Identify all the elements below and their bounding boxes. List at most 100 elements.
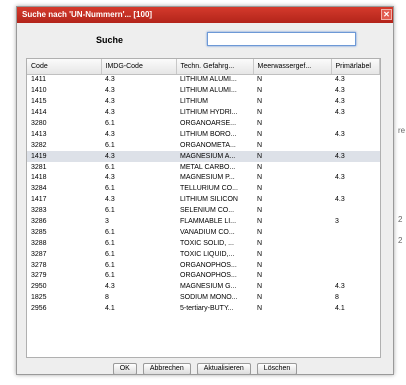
ok-button[interactable]: OK: [112, 363, 137, 375]
cell-primary-label: 4.3: [335, 196, 345, 204]
table-header-row: Code IMDG-Code Techn. Gefahrg... Meerwasser…: [27, 59, 380, 75]
un-number-search-dialog: Suche nach 'UN-Nummern'... [100] ✕ Suche…: [16, 6, 394, 375]
cell-code: 3281: [31, 163, 47, 171]
cell-imdg-code: 6.1: [105, 207, 115, 215]
search-row: Suche: [17, 29, 393, 51]
cell-primary-label: [331, 119, 380, 130]
table-row[interactable]: 1419 4.3 MAGNESIUM A... N 4.3: [27, 151, 380, 163]
column-header-code[interactable]: Code: [27, 59, 102, 75]
cell-marine-pollutant: N: [257, 218, 263, 226]
cell-marine-pollutant: N: [257, 228, 263, 236]
cell-technical-name: TOXIC SOLID, ...: [180, 239, 234, 247]
table-row[interactable]: 1410 4.3 LITHIUM ALUMI... N 4.3: [27, 86, 380, 97]
cell-marine-pollutant: N: [257, 120, 263, 127]
table-row[interactable]: 2956 4.1 5-tertiary-BUTY... N 4.1: [27, 304, 380, 315]
cell-marine-pollutant: N: [257, 76, 263, 84]
search-input[interactable]: [207, 32, 356, 46]
delete-button[interactable]: Löschen: [256, 363, 298, 375]
cell-imdg-code: 6.1: [105, 261, 115, 269]
table-row[interactable]: 3286 3 FLAMMABLE LI... N 3: [27, 217, 380, 228]
cell-imdg-code: 6.1: [105, 141, 115, 149]
table-row[interactable]: 1825 8 SODIUM MONO... N 8: [27, 293, 380, 304]
table-row[interactable]: 2950 4.3 MAGNESIUM G... N 4.3: [27, 282, 380, 293]
table-row[interactable]: 3281 6.1 METAL CARBO... N: [27, 162, 380, 173]
cell-imdg-code: 6.1: [105, 239, 115, 247]
cell-marine-pollutant: N: [257, 261, 263, 269]
table-row[interactable]: 3283 6.1 SELENIUM CO... N: [27, 206, 380, 217]
cell-code: 1418: [31, 174, 47, 182]
background-text: 2: [398, 215, 403, 224]
cell-marine-pollutant: N: [257, 163, 263, 171]
cell-primary-label: 4.3: [335, 76, 345, 84]
close-icon[interactable]: ✕: [381, 9, 392, 20]
table-row[interactable]: 1414 4.3 LITHIUM HYDRI... N 4.3: [27, 108, 380, 119]
table-row[interactable]: 3282 6.1 ORGANOMETA... N: [27, 140, 380, 151]
column-header-imdg-code[interactable]: IMDG-Code: [101, 59, 177, 75]
button-bar: OK Abbrechen Aktualisieren Löschen: [17, 363, 393, 377]
table-row[interactable]: 3284 6.1 TELLURIUM CO... N: [27, 184, 380, 195]
cell-imdg-code: 6.1: [105, 120, 115, 127]
column-header-marine-pollutant[interactable]: Meerwassergef...: [253, 59, 332, 75]
cell-imdg-code: 8: [105, 294, 109, 302]
cell-primary-label: [331, 249, 380, 260]
cell-imdg-code: 4.1: [105, 305, 115, 313]
cell-technical-name: LITHIUM ALUMI...: [180, 87, 237, 95]
cell-imdg-code: 4.3: [105, 76, 115, 84]
cell-marine-pollutant: N: [257, 305, 263, 313]
cell-primary-label: [331, 140, 380, 151]
table-row[interactable]: 3280 6.1 ORGANOARSE... N: [27, 119, 380, 130]
cell-imdg-code: 4.3: [105, 174, 115, 182]
table-row[interactable]: 1411 4.3 LITHIUM ALUMI... N 4.3: [27, 75, 380, 86]
table-row[interactable]: 3287 6.1 TOXIC LIQUID,... N: [27, 249, 380, 260]
cell-technical-name: MAGNESIUM P...: [180, 174, 235, 182]
cell-technical-name: LITHIUM SILICON: [180, 196, 238, 204]
table-row[interactable]: 1413 4.3 LITHIUM BORO... N 4.3: [27, 129, 380, 140]
table-row[interactable]: 3279 6.1 ORGANOPHOS... N: [27, 271, 380, 282]
refresh-button[interactable]: Aktualisieren: [196, 363, 251, 375]
cell-primary-label: [331, 206, 380, 217]
cell-primary-label: 4.3: [335, 87, 345, 95]
cell-imdg-code: 3: [105, 218, 109, 226]
cell-code: 1825: [31, 294, 47, 302]
table-row[interactable]: 3278 6.1 ORGANOPHOS... N: [27, 260, 380, 271]
table-row[interactable]: 1415 4.3 LITHIUM N 4.3: [27, 97, 380, 108]
cell-imdg-code: 6.1: [105, 228, 115, 236]
cell-primary-label: 4.3: [335, 283, 345, 291]
cell-primary-label: 4.1: [335, 305, 345, 313]
cell-technical-name: 5-tertiary-BUTY...: [180, 305, 234, 313]
cell-technical-name: ORGANOMETA...: [180, 141, 236, 149]
cell-technical-name: VANADIUM CO...: [180, 228, 235, 236]
cell-imdg-code: 6.1: [105, 163, 115, 171]
cell-primary-label: [331, 162, 380, 173]
table-row[interactable]: 1418 4.3 MAGNESIUM P... N 4.3: [27, 173, 380, 184]
cell-technical-name: METAL CARBO...: [180, 163, 236, 171]
cell-primary-label: 8: [335, 294, 339, 302]
cell-marine-pollutant: N: [257, 207, 263, 215]
cell-technical-name: SELENIUM CO...: [180, 207, 235, 215]
cancel-button[interactable]: Abbrechen: [142, 363, 191, 375]
cell-technical-name: TOXIC LIQUID,...: [180, 250, 235, 258]
cell-technical-name: ORGANOPHOS...: [180, 261, 237, 269]
cell-imdg-code: 6.1: [105, 250, 115, 258]
cell-primary-label: 4.3: [335, 130, 345, 138]
column-header-technical-name[interactable]: Techn. Gefahrg...: [176, 59, 254, 75]
dialog-titlebar[interactable]: Suche nach 'UN-Nummern'... [100] ✕: [17, 7, 393, 23]
cell-technical-name: ORGANOARSE...: [180, 120, 237, 127]
cell-imdg-code: 4.3: [105, 196, 115, 204]
cell-imdg-code: 4.3: [105, 87, 115, 95]
table-row[interactable]: 3288 6.1 TOXIC SOLID, ... N: [27, 238, 380, 249]
cell-code: 3278: [31, 261, 47, 269]
cell-marine-pollutant: N: [257, 174, 263, 182]
table-row[interactable]: 1417 4.3 LITHIUM SILICON N 4.3: [27, 195, 380, 206]
table-row[interactable]: 3285 6.1 VANADIUM CO... N: [27, 227, 380, 238]
cell-imdg-code: 6.1: [105, 272, 115, 280]
cell-primary-label: 3: [335, 218, 339, 226]
cell-technical-name: LITHIUM HYDRI...: [180, 109, 238, 117]
column-header-primary-label[interactable]: Primärlabel: [331, 59, 380, 75]
cell-imdg-code: 4.3: [105, 109, 115, 117]
cell-imdg-code: 4.3: [105, 98, 115, 106]
results-table-container[interactable]: Code IMDG-Code Techn. Gefahrg... Meerwasser…: [26, 58, 381, 358]
cell-imdg-code: 6.1: [105, 185, 115, 193]
cell-code: 2956: [31, 305, 47, 313]
cell-marine-pollutant: N: [257, 272, 263, 280]
